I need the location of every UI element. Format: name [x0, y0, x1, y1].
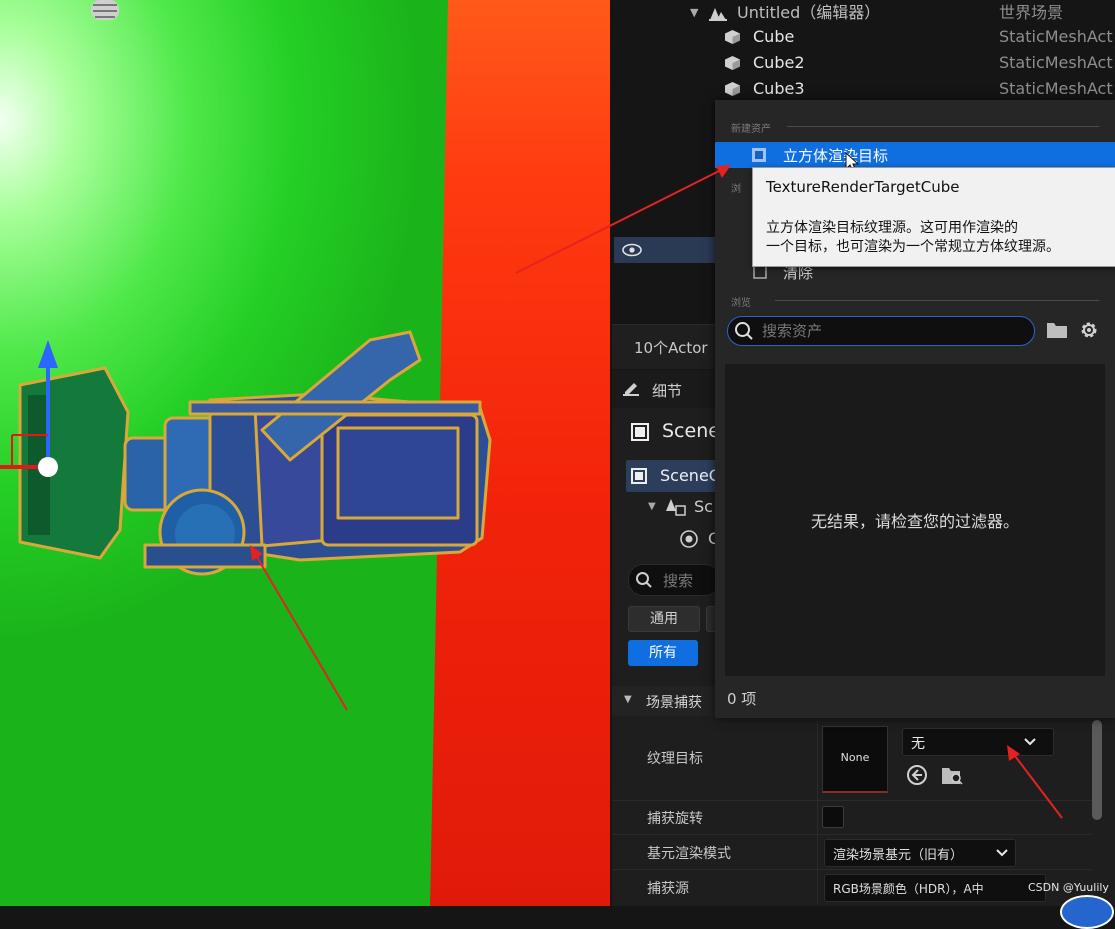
annotation-arrow [250, 545, 348, 711]
annotation-arrow [1007, 745, 1063, 819]
annotation-arrows [250, 165, 1063, 819]
watermark-text: CSDN @Yuulily [1028, 881, 1109, 894]
corner-badge [1060, 895, 1114, 929]
annotation-arrow [515, 165, 731, 274]
